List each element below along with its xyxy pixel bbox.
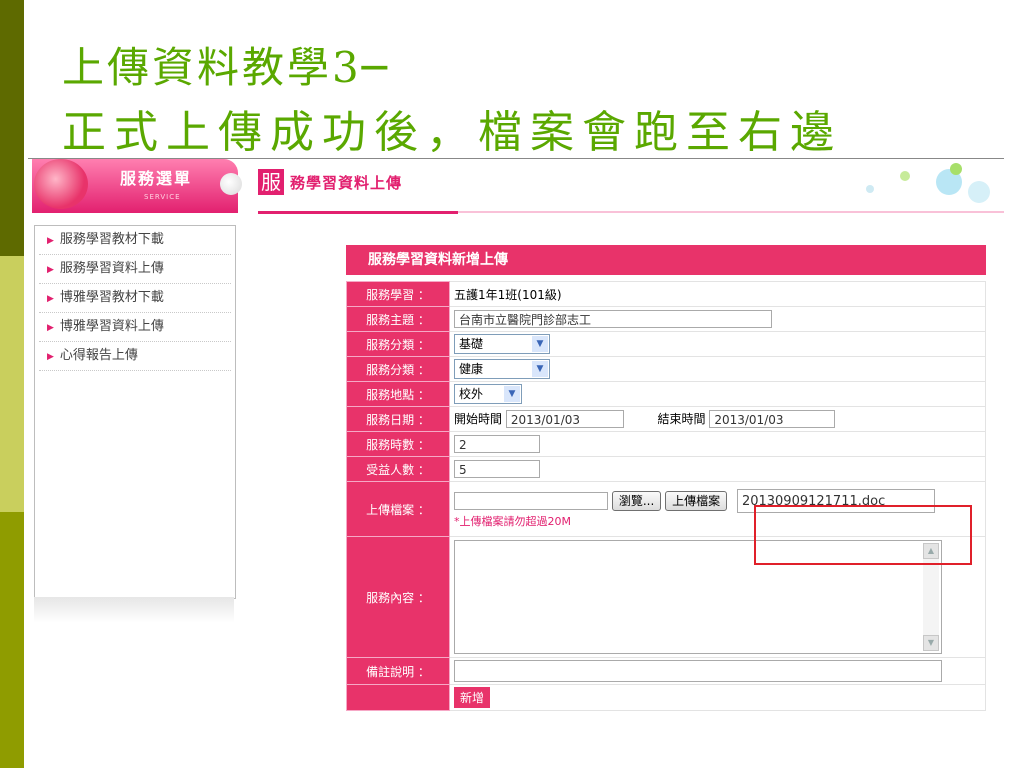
remark-input[interactable]: [454, 660, 942, 682]
menu-item-label: 博雅學習教材下載: [59, 290, 164, 305]
slide-title-line1: 上傳資料教學3─: [62, 43, 391, 92]
service-menu-header: 服務選單 SERVICE: [32, 159, 242, 213]
place-label: 服務地點 ：: [346, 381, 450, 407]
arrow-bullet-icon: ▶: [47, 323, 54, 333]
slide-side-bar-middle: [0, 256, 24, 512]
content-badge: 服: [258, 169, 284, 195]
upload-label: 上傳檔案 ：: [346, 481, 450, 537]
arrow-bullet-icon: ▶: [47, 294, 54, 304]
form-title: 服務學習資料新增上傳: [346, 245, 986, 275]
file-path-input[interactable]: [454, 492, 608, 510]
date-label: 服務日期 ：: [346, 406, 450, 432]
chevron-down-icon: ▼: [504, 386, 520, 402]
arrow-bullet-icon: ▶: [47, 352, 54, 362]
slide-side-bar-top: [0, 0, 24, 256]
place-value: 校外: [459, 387, 484, 401]
menu-item-report-upload[interactable]: ▶ 心得報告上傳: [39, 342, 231, 371]
chevron-down-icon: ▼: [532, 361, 548, 377]
scroll-down-icon[interactable]: ▼: [923, 635, 939, 651]
menu-item-label: 心得報告上傳: [59, 348, 138, 363]
apple-logo-icon: [34, 159, 88, 209]
content-label: 服務內容 ：: [346, 536, 450, 658]
category2-select[interactable]: 健康 ▼: [454, 359, 550, 379]
menu-item-liberal-data-upload[interactable]: ▶ 博雅學習資料上傳: [39, 313, 231, 342]
content-header-accent-line: [258, 211, 458, 214]
menu-knob-icon: [220, 173, 242, 195]
end-date-label: 結束時間: [657, 411, 706, 426]
class-label: 服務學習 ：: [346, 281, 450, 307]
hours-input[interactable]: 2: [454, 435, 540, 453]
submit-button[interactable]: 新增: [454, 687, 491, 708]
menu-item-service-data-upload[interactable]: ▶ 服務學習資料上傳: [39, 255, 231, 284]
topic-label: 服務主題 ：: [346, 306, 450, 332]
arrow-bullet-icon: ▶: [47, 236, 54, 246]
arrow-bullet-icon: ▶: [47, 265, 54, 275]
start-date-input[interactable]: 2013/01/03: [505, 410, 624, 429]
menu-item-label: 服務學習資料上傳: [59, 261, 164, 276]
category1-value: 基礎: [459, 337, 484, 351]
people-input[interactable]: 5: [454, 460, 540, 478]
menu-item-service-material-download[interactable]: ▶ 服務學習教材下載: [39, 226, 231, 255]
browse-button[interactable]: 瀏覽...: [611, 491, 662, 511]
people-label: 受益人數 ：: [346, 456, 450, 482]
category2-value: 健康: [459, 362, 484, 376]
menu-shadow: [34, 597, 234, 623]
chevron-down-icon: ▼: [532, 336, 548, 352]
category1-label: 服務分類 ：: [346, 331, 450, 357]
upload-form: 服務學習 ： 五護1年1班(101級) 服務主題 ： 台南市立醫院門診部志工 服…: [346, 281, 986, 711]
topic-input[interactable]: 台南市立醫院門診部志工: [454, 310, 772, 328]
upload-file-button[interactable]: 上傳檔案: [665, 491, 728, 511]
slide-title-line2: 正式上傳成功後，檔案會跑至右邊: [62, 107, 842, 158]
empty-label-cell: [346, 684, 450, 711]
category1-select[interactable]: 基礎 ▼: [454, 334, 550, 354]
highlight-box: [754, 505, 972, 565]
hours-label: 服務時數 ：: [346, 431, 450, 457]
menu-item-label: 服務學習教材下載: [59, 232, 164, 247]
service-menu-list: ▶ 服務學習教材下載 ▶ 服務學習資料上傳 ▶ 博雅學習教材下載 ▶ 博雅學習資料上傳 …: [34, 225, 236, 599]
category2-label: 服務分類 ：: [346, 356, 450, 382]
class-value: 五護1年1班(101級): [449, 281, 986, 307]
menu-title: 服務選單: [120, 169, 193, 188]
content-heading: 務學習資料上傳: [290, 174, 403, 192]
menu-item-label: 博雅學習資料上傳: [59, 319, 164, 334]
remark-label: 備註說明 ：: [346, 657, 450, 685]
slide-side-bar-bottom: [0, 512, 24, 768]
place-select[interactable]: 校外 ▼: [454, 384, 522, 404]
decorative-bubbles-icon: [846, 161, 996, 211]
start-date-label: 開始時間: [454, 411, 503, 426]
menu-item-liberal-material-download[interactable]: ▶ 博雅學習教材下載: [39, 284, 231, 313]
menu-subtitle: SERVICE: [144, 193, 181, 201]
end-date-input[interactable]: 2013/01/03: [709, 410, 836, 429]
web-screenshot: 服務選單 SERVICE ▶ 服務學習教材下載 ▶ 服務學習資料上傳 ▶ 博雅學習教材…: [28, 158, 1004, 769]
